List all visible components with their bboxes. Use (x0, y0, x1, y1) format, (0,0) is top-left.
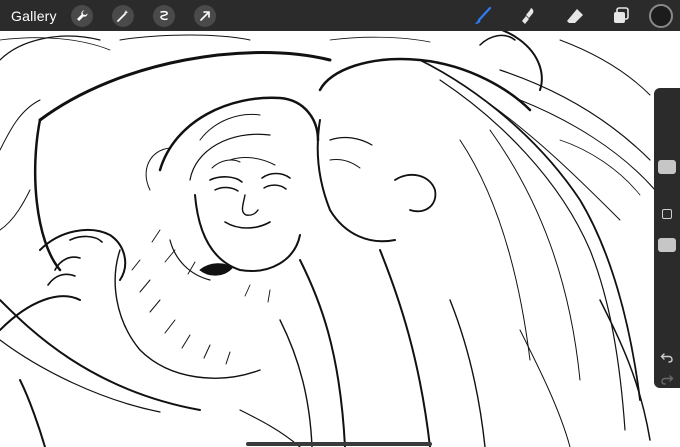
brush-size-slider[interactable] (658, 160, 676, 174)
undo-icon[interactable] (660, 350, 674, 364)
layers-icon[interactable] (609, 4, 633, 28)
top-toolbar: Gallery (0, 0, 680, 31)
redo-icon[interactable] (660, 372, 674, 386)
eraser-icon[interactable] (563, 4, 587, 28)
opacity-slider[interactable] (658, 238, 676, 252)
right-toolset (449, 0, 680, 31)
brush-icon[interactable] (471, 4, 495, 28)
home-indicator (246, 442, 432, 446)
sidebar (654, 88, 680, 388)
wrench-icon[interactable] (70, 4, 93, 27)
smudge-icon[interactable] (517, 4, 541, 28)
modify-button[interactable] (662, 209, 672, 219)
transform-icon[interactable] (193, 4, 216, 27)
drawing-canvas[interactable] (0, 0, 680, 447)
color-picker-swatch[interactable] (649, 3, 673, 28)
magic-wand-icon[interactable] (111, 4, 134, 27)
selection-icon[interactable] (152, 4, 175, 27)
gallery-button[interactable]: Gallery (11, 8, 57, 24)
